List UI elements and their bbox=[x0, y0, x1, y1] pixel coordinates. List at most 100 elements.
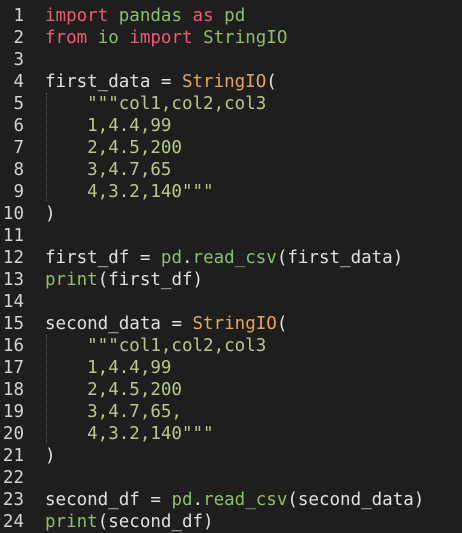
code-token: . bbox=[192, 490, 204, 510]
code-text[interactable]: 1,4.4,99 bbox=[24, 357, 171, 379]
code-text[interactable]: """col1,col2,col3 bbox=[24, 335, 266, 357]
code-token: StringIO bbox=[192, 314, 277, 334]
code-text[interactable]: 4,3.2,140""" bbox=[24, 423, 213, 445]
code-line[interactable]: 1 import pandas as pd bbox=[0, 5, 462, 27]
code-line[interactable]: 19 3,4.7,65, bbox=[0, 401, 462, 423]
code-token: ( bbox=[266, 72, 277, 92]
code-text[interactable]: 2,4.5,200 bbox=[24, 137, 182, 159]
code-token: read_csv bbox=[203, 490, 288, 510]
code-text[interactable] bbox=[24, 225, 45, 247]
code-token: second_data bbox=[45, 314, 161, 334]
code-token: = bbox=[160, 314, 193, 334]
code-line[interactable]: 11 bbox=[0, 225, 462, 247]
code-token: read_csv bbox=[192, 248, 277, 268]
line-number: 18 bbox=[2, 380, 24, 400]
code-token: first_data bbox=[45, 72, 151, 92]
line-number: 3 bbox=[13, 50, 24, 70]
code-token: StringIO bbox=[203, 28, 288, 48]
code-line[interactable]: 16 """col1,col2,col3 bbox=[0, 335, 462, 357]
code-text[interactable]: 4,3.2,140""" bbox=[24, 181, 213, 203]
code-line[interactable]: 22 bbox=[0, 467, 462, 489]
code-text[interactable]: second_data = StringIO( bbox=[24, 313, 287, 335]
line-number: 12 bbox=[2, 248, 24, 268]
line-number: 24 bbox=[2, 512, 24, 532]
code-token: 1,4.4,99 bbox=[45, 116, 172, 136]
code-token: io bbox=[97, 28, 119, 48]
line-number: 9 bbox=[13, 182, 24, 202]
code-text[interactable]: 1,4.4,99 bbox=[24, 115, 171, 137]
code-text[interactable] bbox=[24, 467, 45, 489]
line-number: 6 bbox=[13, 116, 24, 136]
code-text[interactable] bbox=[24, 49, 45, 71]
code-line[interactable]: 23 second_df = pd.read_csv(second_data) bbox=[0, 489, 462, 511]
code-text[interactable]: 3,4.7,65 bbox=[24, 159, 171, 181]
code-token: print bbox=[45, 270, 98, 290]
code-token: StringIO bbox=[181, 72, 267, 92]
code-line[interactable]: 9 4,3.2,140""" bbox=[0, 181, 462, 203]
code-line[interactable]: 6 1,4.4,99 bbox=[0, 115, 462, 137]
code-token: ( bbox=[276, 314, 288, 334]
code-token: (second_df) bbox=[97, 512, 214, 532]
code-text[interactable]: second_df = pd.read_csv(second_data) bbox=[24, 489, 424, 511]
line-number: 7 bbox=[13, 138, 24, 158]
code-token: . bbox=[181, 248, 193, 268]
code-text[interactable]: ) bbox=[24, 203, 56, 225]
code-token: 2,4.5,200 bbox=[45, 138, 182, 158]
code-line[interactable]: 2 from io import StringIO bbox=[0, 27, 462, 49]
line-number: 4 bbox=[13, 72, 24, 92]
line-number: 16 bbox=[2, 336, 24, 356]
code-line[interactable]: 7 2,4.5,200 bbox=[0, 137, 462, 159]
code-line[interactable]: 15 second_data = StringIO( bbox=[0, 313, 462, 335]
code-text[interactable] bbox=[24, 291, 45, 313]
code-line[interactable]: 14 bbox=[0, 291, 462, 313]
code-line[interactable]: 24 print(second_df) bbox=[0, 511, 462, 533]
code-line[interactable]: 5 """col1,col2,col3 bbox=[0, 93, 462, 115]
code-line[interactable]: 10) bbox=[0, 203, 462, 225]
line-number: 20 bbox=[2, 424, 24, 444]
code-text[interactable]: import pandas as pd bbox=[24, 5, 245, 27]
code-token: as bbox=[192, 6, 214, 26]
code-token: (first_data) bbox=[276, 248, 404, 268]
code-text[interactable]: first_df = pd.read_csv(first_data) bbox=[24, 247, 403, 269]
code-token: pd bbox=[171, 490, 193, 510]
line-number: 2 bbox=[13, 28, 24, 48]
code-text[interactable]: from io import StringIO bbox=[24, 27, 287, 49]
line-number: 14 bbox=[2, 292, 24, 312]
line-number: 23 bbox=[2, 490, 24, 510]
code-text[interactable]: print(second_df) bbox=[24, 511, 214, 533]
code-token: (first_df) bbox=[97, 270, 204, 290]
code-line[interactable]: 21) bbox=[0, 445, 462, 467]
code-line[interactable]: 8 3,4.7,65 bbox=[0, 159, 462, 181]
line-number: 21 bbox=[2, 446, 24, 466]
code-token: = bbox=[139, 490, 172, 510]
code-text[interactable]: """col1,col2,col3 bbox=[24, 93, 266, 115]
code-text[interactable]: ) bbox=[24, 445, 56, 467]
code-token: pd bbox=[160, 248, 182, 268]
code-line[interactable]: 4 first_data = StringIO( bbox=[0, 71, 462, 93]
code-line[interactable]: 3 bbox=[0, 49, 462, 71]
code-line[interactable]: 12 first_df = pd.read_csv(first_data) bbox=[0, 247, 462, 269]
code-text[interactable]: 2,4.5,200 bbox=[24, 379, 182, 401]
code-line[interactable]: 13 print(first_df) bbox=[0, 269, 462, 291]
code-token: pd bbox=[224, 6, 246, 26]
code-text[interactable]: print(first_df) bbox=[24, 269, 203, 291]
code-line[interactable]: 17 1,4.4,99 bbox=[0, 357, 462, 379]
code-token: (second_data) bbox=[287, 490, 425, 510]
code-token: 3,4.7,65 bbox=[45, 160, 172, 180]
code-text[interactable]: first_data = StringIO( bbox=[24, 71, 277, 93]
code-line[interactable]: 18 2,4.5,200 bbox=[0, 379, 462, 401]
line-number: 19 bbox=[2, 402, 24, 422]
code-token: ) bbox=[45, 446, 56, 466]
code-line[interactable]: 20 4,3.2,140""" bbox=[0, 423, 462, 445]
line-number: 17 bbox=[2, 358, 24, 378]
code-token: 1,4.4,99 bbox=[45, 358, 172, 378]
code-text[interactable]: 3,4.7,65, bbox=[24, 401, 182, 423]
line-number: 11 bbox=[2, 226, 24, 246]
code-token: import bbox=[129, 28, 193, 48]
code-editor[interactable]: 1 import pandas as pd 2 from io import Stri… bbox=[0, 0, 462, 533]
code-token: ) bbox=[45, 204, 56, 224]
